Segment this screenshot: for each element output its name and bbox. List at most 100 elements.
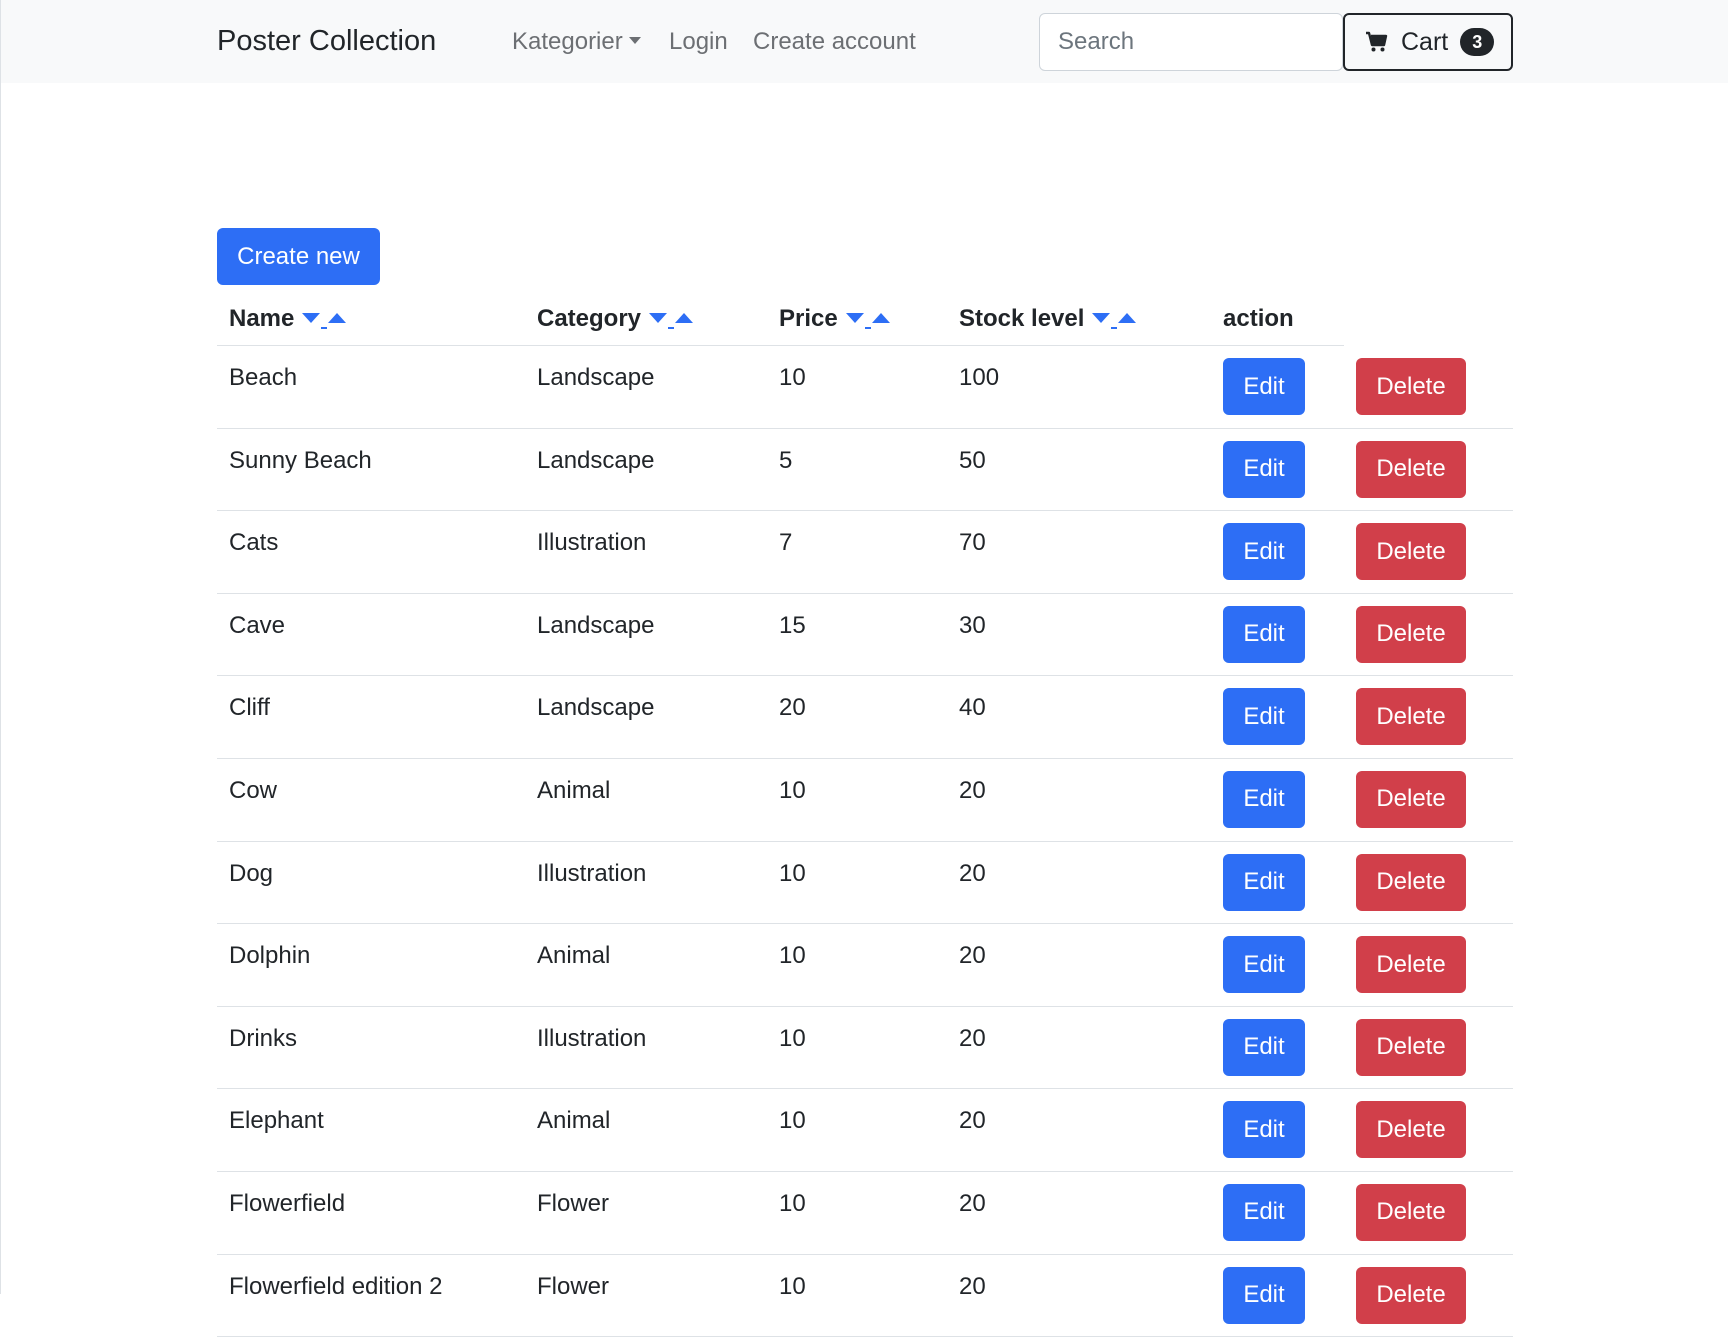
sort-controls <box>302 309 347 329</box>
caret-down-icon <box>628 37 641 45</box>
delete-button[interactable]: Delete <box>1356 853 1466 911</box>
brand-link[interactable]: Poster Collection <box>217 25 436 58</box>
edit-button[interactable]: Edit <box>1223 936 1305 994</box>
table-row: Sunny Beach Landscape 5 50 Edit Delete <box>217 429 1513 512</box>
table-row: Cow Animal 10 20 Edit Delete <box>217 759 1513 842</box>
edit-button[interactable]: Edit <box>1223 1101 1305 1159</box>
cart-label: Cart <box>1401 27 1449 56</box>
create-new-button[interactable]: Create new <box>217 228 380 285</box>
edit-button[interactable]: Edit <box>1223 688 1305 746</box>
edit-button[interactable]: Edit <box>1223 853 1305 911</box>
sort-asc-icon[interactable] <box>675 313 694 323</box>
cell-category: Flower <box>537 1189 610 1217</box>
cell-name: Beach <box>229 364 298 391</box>
delete-button[interactable]: Delete <box>1356 605 1466 663</box>
sort-controls <box>1092 309 1137 329</box>
edit-button[interactable]: Edit <box>1223 605 1305 663</box>
table-row: Cats Illustration 7 70 Edit Delete <box>217 511 1513 594</box>
delete-button[interactable]: Delete <box>1356 358 1466 415</box>
cell-price: 15 <box>779 611 806 639</box>
edit-button[interactable]: Edit <box>1223 358 1305 415</box>
table-body: Beach Landscape 10 100 Edit Delete Sunny Beach… <box>217 346 1513 1337</box>
header-action: action <box>1223 293 1294 345</box>
cell-category: Landscape <box>537 446 655 474</box>
sort-asc-icon[interactable] <box>871 313 890 323</box>
nav-kategorier-dropdown[interactable]: Kategorier <box>512 28 641 56</box>
cell-category: Animal <box>537 1107 611 1135</box>
header-action-label: action <box>1223 305 1294 332</box>
header-price-label: Price <box>779 305 838 332</box>
sort-separator <box>321 327 328 329</box>
table-row: Cliff Landscape 20 40 Edit Delete <box>217 676 1513 759</box>
cell-stock: 100 <box>959 364 1000 391</box>
cell-price: 10 <box>779 942 806 970</box>
cell-name: Cave <box>229 611 286 639</box>
delete-button[interactable]: Delete <box>1356 688 1466 746</box>
cell-stock: 20 <box>959 859 986 887</box>
cart-button[interactable]: Cart 3 <box>1343 13 1513 71</box>
header-stock-label: Stock level <box>959 305 1085 332</box>
edit-button[interactable]: Edit <box>1223 1183 1305 1241</box>
cell-price: 5 <box>779 446 793 474</box>
cell-price: 10 <box>779 859 806 887</box>
cell-price: 7 <box>779 529 793 557</box>
delete-button[interactable]: Delete <box>1356 440 1466 498</box>
delete-button[interactable]: Delete <box>1356 1018 1466 1076</box>
sort-controls <box>649 309 694 329</box>
cell-price: 10 <box>779 776 806 804</box>
sort-desc-icon[interactable] <box>302 313 321 323</box>
cell-category: Landscape <box>537 694 655 722</box>
header-category: Category <box>537 293 694 345</box>
sort-desc-icon[interactable] <box>845 313 864 323</box>
sort-asc-icon[interactable] <box>328 313 347 323</box>
edit-button[interactable]: Edit <box>1223 1266 1305 1324</box>
cell-price: 10 <box>779 364 806 391</box>
nav-login-link[interactable]: Login <box>669 28 728 56</box>
table-row: Dog Illustration 10 20 Edit Delete <box>217 842 1513 925</box>
table-row: Flowerfield edition 2 Flower 10 20 Edit Delet… <box>217 1255 1513 1337</box>
table-row: Flowerfield Flower 10 20 Edit Delete <box>217 1172 1513 1255</box>
cell-name: Dog <box>229 859 274 887</box>
edit-button[interactable]: Edit <box>1223 1018 1305 1076</box>
sort-controls <box>845 309 890 329</box>
cart-icon <box>1366 31 1388 52</box>
sort-separator <box>668 327 675 329</box>
cell-price: 10 <box>779 1189 806 1217</box>
cell-stock: 70 <box>959 529 986 557</box>
cell-name: Drinks <box>229 1024 298 1052</box>
delete-button[interactable]: Delete <box>1356 770 1466 828</box>
edit-button[interactable]: Edit <box>1223 770 1305 828</box>
table-row: Dolphin Animal 10 20 Edit Delete <box>217 924 1513 1007</box>
sort-desc-icon[interactable] <box>649 313 668 323</box>
nav-create-account-link[interactable]: Create account <box>753 28 916 56</box>
cell-category: Landscape <box>537 611 655 639</box>
delete-button[interactable]: Delete <box>1356 1183 1466 1241</box>
delete-button[interactable]: Delete <box>1356 936 1466 994</box>
cell-category: Animal <box>537 776 611 804</box>
sort-asc-icon[interactable] <box>1118 313 1137 323</box>
header-price: Price <box>779 293 890 345</box>
delete-button[interactable]: Delete <box>1356 1266 1466 1324</box>
table-row: Elephant Animal 10 20 Edit Delete <box>217 1089 1513 1172</box>
edit-button[interactable]: Edit <box>1223 523 1305 581</box>
header-stock: Stock level <box>959 293 1137 345</box>
cell-stock: 20 <box>959 942 986 970</box>
sort-desc-icon[interactable] <box>1092 313 1111 323</box>
cell-name: Flowerfield edition 2 <box>229 1272 443 1300</box>
delete-button[interactable]: Delete <box>1356 1101 1466 1159</box>
search-input[interactable] <box>1039 13 1343 71</box>
cell-stock: 20 <box>959 776 986 804</box>
cell-price: 10 <box>779 1272 806 1300</box>
cell-name: Dolphin <box>229 942 311 970</box>
cell-stock: 50 <box>959 446 986 474</box>
cell-category: Flower <box>537 1272 610 1300</box>
delete-button[interactable]: Delete <box>1356 523 1466 581</box>
cell-category: Landscape <box>537 364 655 391</box>
cart-count-badge: 3 <box>1460 28 1495 56</box>
cell-category: Animal <box>537 942 611 970</box>
edit-button[interactable]: Edit <box>1223 440 1305 498</box>
cell-name: Flowerfield <box>229 1189 346 1217</box>
cell-name: Elephant <box>229 1107 324 1135</box>
cell-stock: 20 <box>959 1189 986 1217</box>
header-category-label: Category <box>537 305 642 332</box>
